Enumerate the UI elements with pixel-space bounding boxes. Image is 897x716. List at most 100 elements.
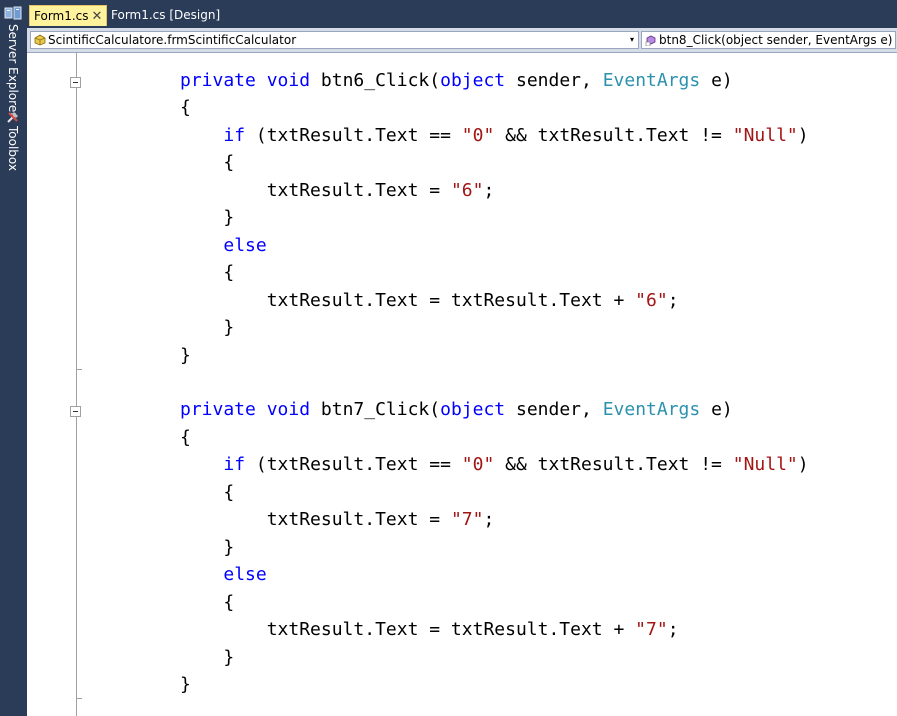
code-line: { [180,426,191,450]
class-icon [34,34,46,46]
code-line: private void btn6_Click(object sender, E… [180,69,733,93]
identifier: (txtResult.Text == [245,454,462,475]
string-literal: "0" [461,125,495,146]
keyword: else [223,564,267,585]
code-line: txtResult.Text = txtResult.Text + "6"; [180,289,679,313]
class-dropdown[interactable]: ScintificCalculatore.frmScintificCalcula… [30,31,639,49]
code-line: } [180,536,234,560]
member-dropdown-value: btn8_Click(object sender, EventArgs e) [659,33,893,47]
identifier: ) [797,454,809,475]
brace: { [223,592,235,613]
outline-guide [76,88,77,370]
brace: } [223,317,235,338]
navigation-bar: ScintificCalculatore.frmScintificCalcula… [27,28,897,53]
brace: { [223,262,235,283]
tool-window-sidebar: Server Explorer Toolbox [0,0,27,716]
string-literal: "7" [450,509,484,530]
brace: } [223,207,235,228]
document-tab-bar: Form1.cs ✕ Form1.cs [Design] [27,0,897,28]
keyword: void [266,399,311,420]
member-dropdown[interactable]: btn8_Click(object sender, EventArgs e) [641,31,896,49]
code-line: { [180,151,234,175]
code-line: { [180,591,234,615]
code-line: { [180,261,234,285]
code-line: else [180,234,267,258]
code-line: private void btn7_Click(object sender, E… [180,398,733,422]
tab-form1-design[interactable]: Form1.cs [Design] [105,5,220,26]
identifier: txtResult.Text = txtResult.Text + [266,290,636,311]
close-icon[interactable]: ✕ [91,6,103,27]
tab-form1-design-label: Form1.cs [Design] [111,8,221,22]
code-line: } [180,206,234,230]
collapse-region-icon[interactable] [70,406,81,417]
punctuation: ; [667,290,679,311]
string-literal: "6" [635,290,668,311]
code-line: txtResult.Text = "7"; [180,508,495,532]
outline-guide [76,53,77,77]
brace: { [223,152,235,173]
brace: } [180,345,191,366]
selection-margin [59,53,65,716]
identifier: ) [797,125,809,146]
punctuation: ; [483,180,495,201]
identifier: sender, [505,70,603,91]
outline-guide [76,370,77,407]
toolbox-label: Toolbox [6,126,20,171]
keyword: private [180,70,256,91]
identifier: btn7_Click( [310,399,441,420]
brace: { [180,427,191,448]
code-line: } [180,344,191,368]
brace: { [180,97,191,118]
code-line: else [180,563,267,587]
identifier: && txtResult.Text != [494,125,733,146]
string-literal: "Null" [732,454,798,475]
keyword: if [223,125,246,146]
identifier: && txtResult.Text != [494,454,733,475]
server-explorer-tab[interactable]: Server Explorer [0,24,27,117]
outline-guide [76,699,77,716]
toolbox-tab[interactable]: Toolbox [0,126,27,178]
type-name: EventArgs [602,399,701,420]
brace: } [223,537,235,558]
identifier: sender, [505,399,603,420]
brace: { [223,482,235,503]
string-literal: "0" [461,454,495,475]
server-explorer-icon[interactable] [4,6,22,20]
keyword: else [223,235,267,256]
keyword: object [440,70,506,91]
code-line: { [180,96,191,120]
identifier: txtResult.Text = txtResult.Text + [266,619,636,640]
code-editor[interactable]: private void btn6_Click(object sender, E… [27,53,897,716]
code-line: if (txtResult.Text == "0" && txtResult.T… [180,124,809,148]
identifier: e) [700,70,733,91]
code-line: } [180,673,191,697]
keyword: void [266,70,311,91]
class-dropdown-value: ScintificCalculatore.frmScintificCalcula… [48,33,297,47]
keyword: private [180,399,256,420]
method-icon [645,35,656,46]
code-line: { [180,481,234,505]
indicator-margin [27,53,59,716]
type-name: EventArgs [602,70,701,91]
identifier: (txtResult.Text == [245,125,462,146]
punctuation: ; [667,619,679,640]
string-literal: "7" [635,619,668,640]
code-line: if (txtResult.Text == "0" && txtResult.T… [180,453,809,477]
tab-form1-cs[interactable]: Form1.cs ✕ [29,5,107,26]
identifier: txtResult.Text = [266,180,451,201]
keyword: object [440,399,506,420]
code-line: txtResult.Text = txtResult.Text + "7"; [180,618,679,642]
chevron-down-icon[interactable]: ▾ [627,32,637,48]
tab-form1-cs-label: Form1.cs [34,9,89,23]
identifier: txtResult.Text = [266,509,451,530]
code-line: } [180,316,234,340]
string-literal: "6" [450,180,484,201]
collapse-region-icon[interactable] [70,77,81,88]
keyword: if [223,454,246,475]
brace: } [223,647,235,668]
punctuation: ; [483,509,495,530]
toolbox-icon[interactable] [6,110,20,124]
identifier: e) [700,399,733,420]
server-explorer-label: Server Explorer [6,24,20,118]
code-line: txtResult.Text = "6"; [180,179,495,203]
